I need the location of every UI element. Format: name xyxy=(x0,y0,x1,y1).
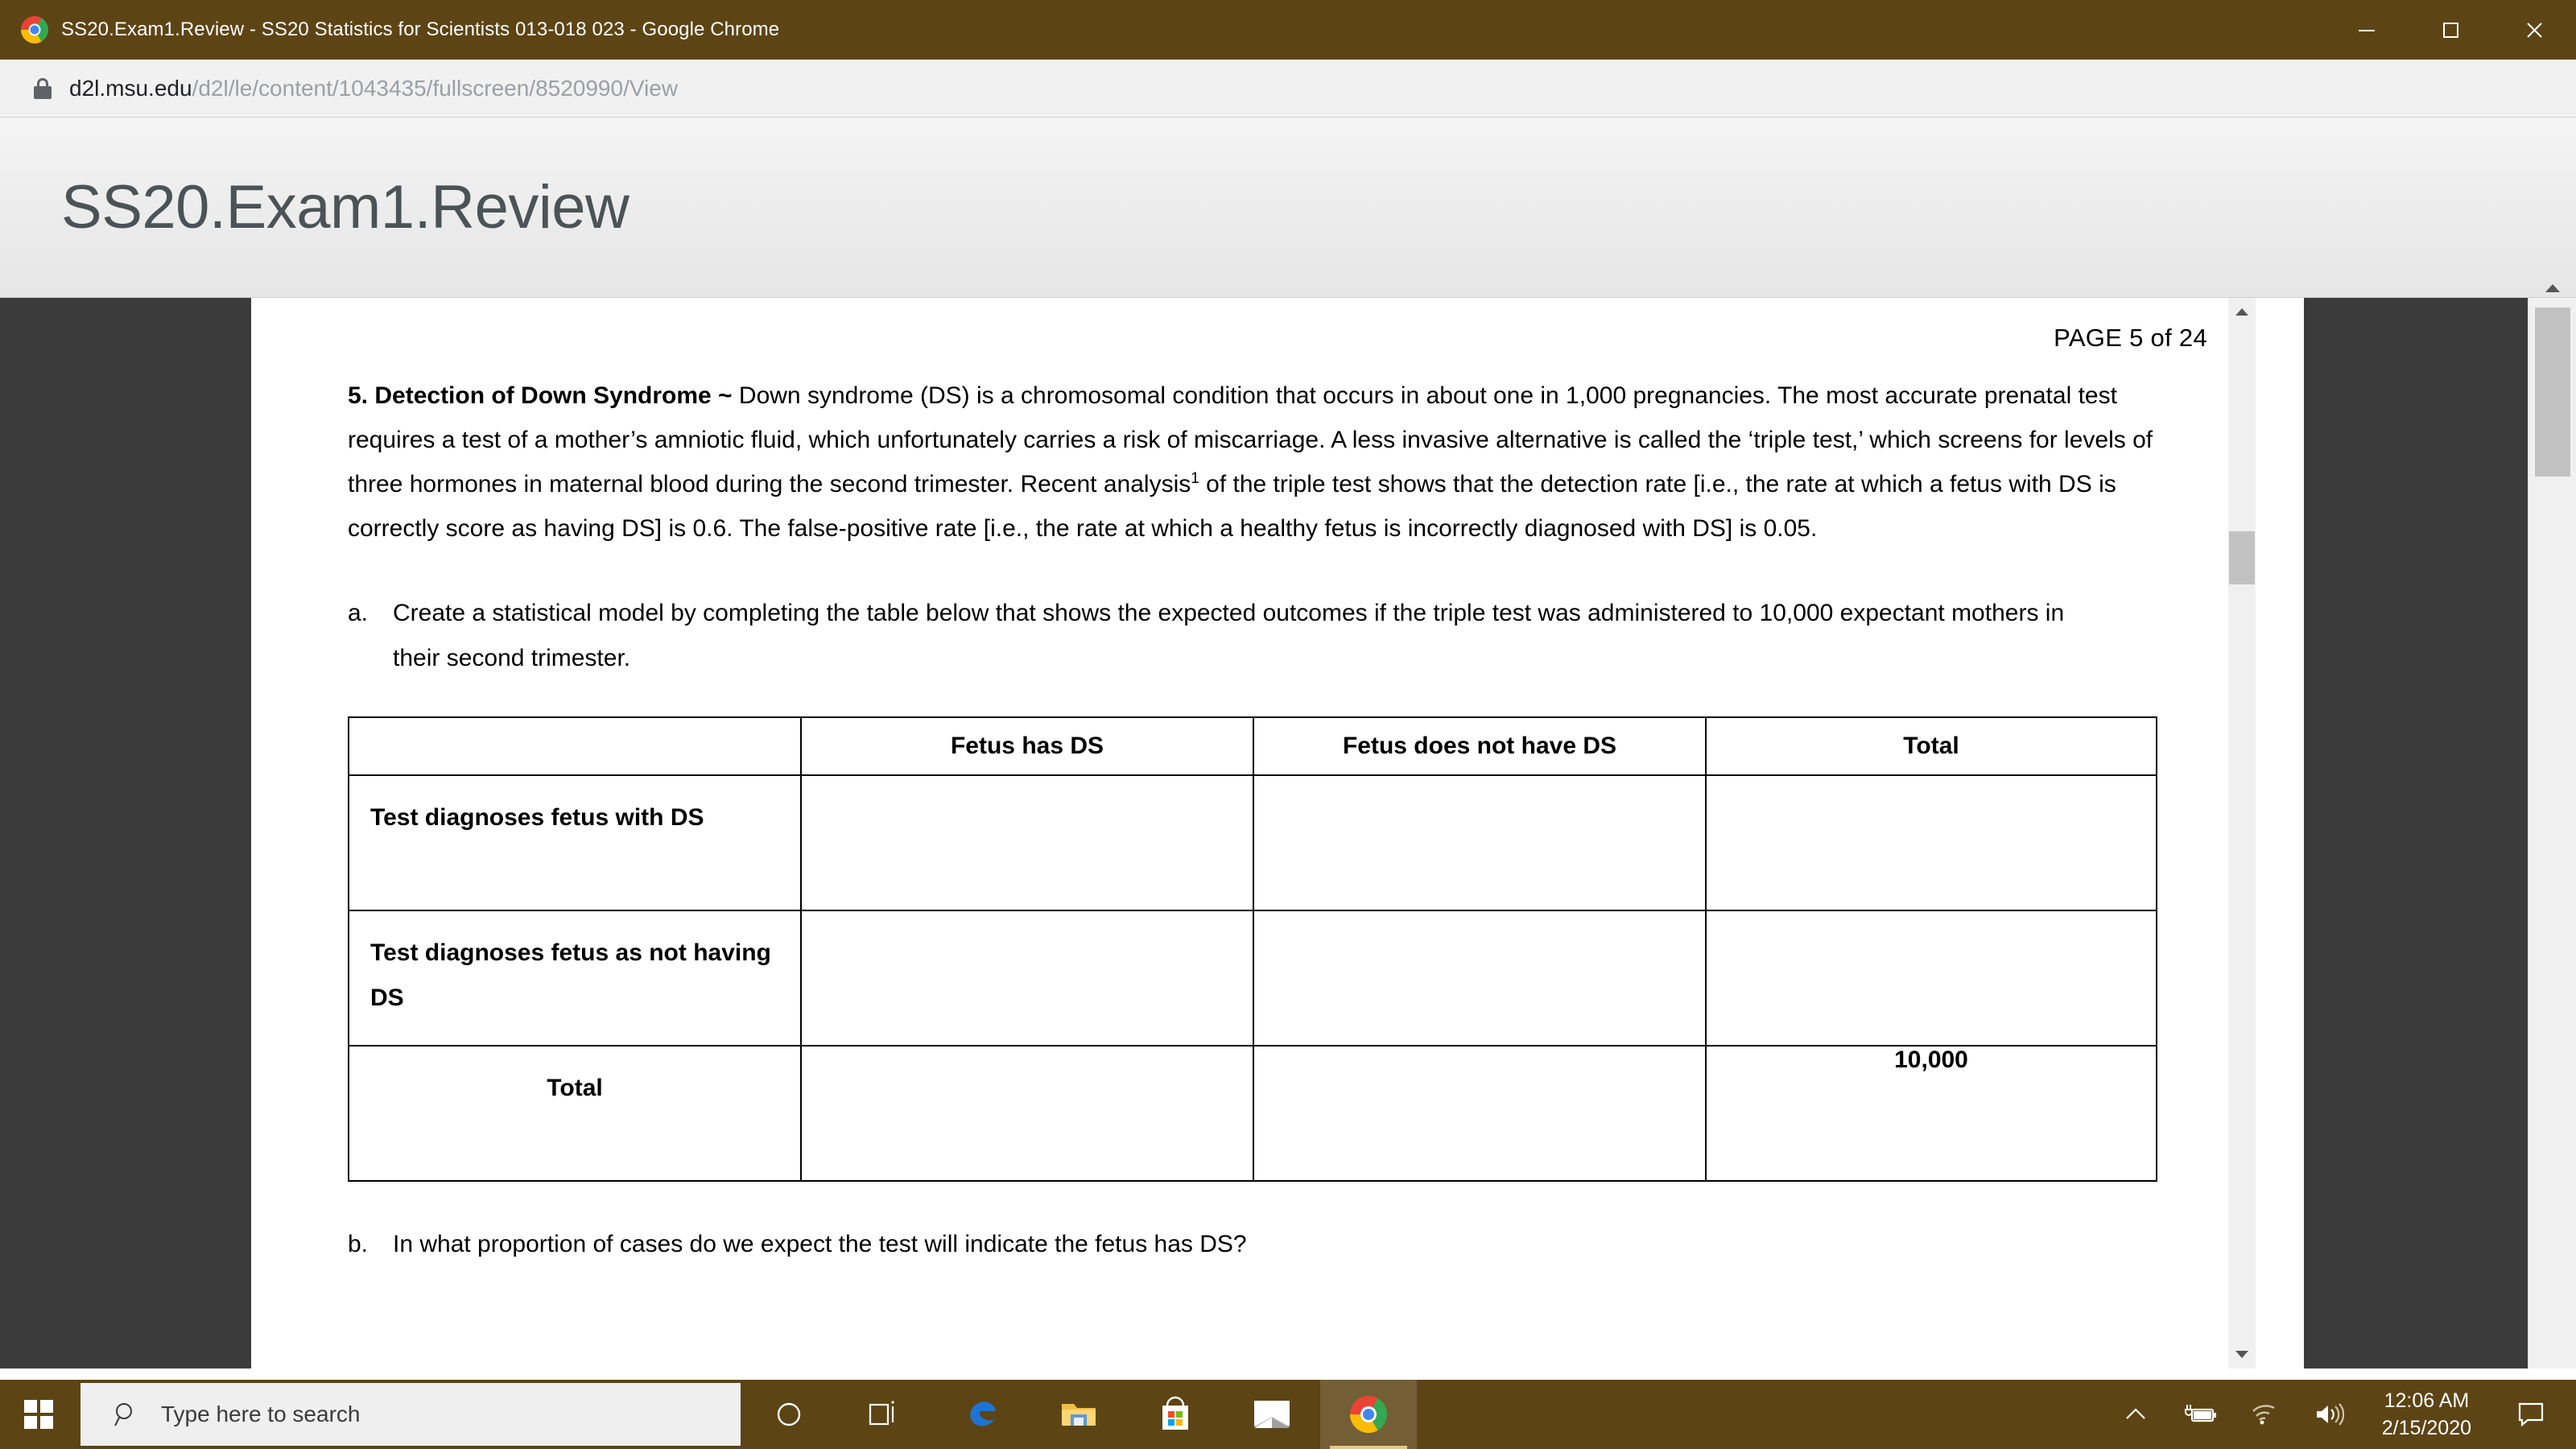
cell-r2c2[interactable] xyxy=(1253,1045,1707,1182)
item-b-marker: b. xyxy=(348,1231,369,1257)
window-titlebar: SS20.Exam1.Review - SS20 Statistics for … xyxy=(0,0,2576,60)
table-row: Total 10,000 xyxy=(348,1045,2157,1182)
cell-total-grand[interactable]: 10,000 xyxy=(1705,1045,2157,1182)
table-header-fetus-has-ds: Fetus has DS xyxy=(800,716,1254,776)
battery-icon[interactable] xyxy=(2168,1380,2232,1449)
document-viewer: PAGE 5 of 24 5. Detection of Down Syndro… xyxy=(0,298,2576,1368)
close-button[interactable] xyxy=(2492,0,2576,60)
item-a-text: Create a statistical model by completing… xyxy=(393,600,2065,671)
chrome-icon[interactable] xyxy=(1320,1380,1417,1449)
url-host: d2l.msu.edu xyxy=(69,75,192,101)
row-label-total: Total xyxy=(348,1045,802,1182)
cortana-icon[interactable] xyxy=(741,1380,837,1449)
table-row: Test diagnoses fetus with DS xyxy=(348,774,2157,911)
question-paragraph: 5. Detection of Down Syndrome ~ Down syn… xyxy=(348,374,2207,551)
page-indicator: PAGE 5 of 24 xyxy=(2054,324,2207,352)
page-scrollbar-thumb[interactable] xyxy=(2535,308,2570,477)
question-item-a: a. Create a statistical model by complet… xyxy=(348,591,2207,681)
page-scrollbar[interactable] xyxy=(2528,283,2576,1368)
cell-r1c2[interactable] xyxy=(1253,910,1707,1046)
taskbar-clock[interactable]: 12:06 AM 2/15/2020 xyxy=(2361,1387,2492,1442)
wifi-icon[interactable] xyxy=(2232,1380,2297,1449)
footnote-marker: 1 xyxy=(1191,470,1199,487)
task-view-icon[interactable] xyxy=(837,1380,934,1449)
table-row: Test diagnoses fetus as not having DS xyxy=(348,910,2157,1046)
cell-r0c1[interactable] xyxy=(800,774,1254,911)
search-input[interactable]: Type here to search xyxy=(80,1383,741,1446)
inner-scrollbar-thumb[interactable] xyxy=(2229,531,2255,584)
cell-r1c3[interactable] xyxy=(1705,910,2157,1046)
minimize-button[interactable] xyxy=(2325,0,2409,60)
window-controls xyxy=(2325,0,2576,60)
cell-r0c2[interactable] xyxy=(1253,774,1707,911)
start-button[interactable] xyxy=(0,1380,77,1449)
titlebar-left: SS20.Exam1.Review - SS20 Statistics for … xyxy=(0,0,779,60)
table-header-total: Total xyxy=(1705,716,2157,776)
search-icon xyxy=(113,1401,140,1428)
mail-icon[interactable] xyxy=(1224,1380,1320,1449)
search-placeholder: Type here to search xyxy=(161,1402,361,1426)
clock-date: 2/15/2020 xyxy=(2381,1417,2471,1439)
url-text: d2l.msu.edu/d2l/le/content/1043435/fulls… xyxy=(69,76,678,101)
question-item-b: b. In what proportion of cases do we exp… xyxy=(348,1222,2207,1267)
item-b-text: In what proportion of cases do we expect… xyxy=(393,1231,1247,1257)
row-label-diagnoses-with-ds: Test diagnoses fetus with DS xyxy=(348,774,802,911)
item-a-marker: a. xyxy=(348,600,369,626)
page-scroll-up-icon[interactable] xyxy=(2529,277,2576,298)
chrome-logo-icon xyxy=(1350,1396,1387,1433)
cell-r1c1[interactable] xyxy=(800,910,1254,1046)
volume-icon[interactable] xyxy=(2297,1380,2361,1449)
inner-scrollbar[interactable] xyxy=(2228,298,2256,1368)
show-hidden-icons-icon[interactable] xyxy=(2103,1380,2168,1449)
lock-icon xyxy=(34,77,52,99)
content-header: SS20.Exam1.Review xyxy=(0,118,2576,298)
cell-r0c3[interactable] xyxy=(1705,774,2157,911)
edge-icon[interactable] xyxy=(934,1380,1030,1449)
table-header-corner xyxy=(348,716,802,776)
page-title: SS20.Exam1.Review xyxy=(61,173,630,242)
chrome-icon xyxy=(21,16,48,43)
file-explorer-icon[interactable] xyxy=(1030,1380,1127,1449)
table-header-fetus-no-ds: Fetus does not have DS xyxy=(1253,716,1707,776)
window-title: SS20.Exam1.Review - SS20 Statistics for … xyxy=(61,19,780,40)
system-tray: 12:06 AM 2/15/2020 xyxy=(2103,1380,2576,1449)
scroll-down-icon[interactable] xyxy=(2228,1341,2256,1368)
microsoft-store-icon[interactable] xyxy=(1127,1380,1224,1449)
statistical-model-table: Fetus has DS Fetus does not have DS Tota… xyxy=(348,716,2157,1182)
action-center-icon[interactable] xyxy=(2492,1380,2570,1449)
table-header-row: Fetus has DS Fetus does not have DS Tota… xyxy=(348,716,2157,776)
maximize-button[interactable] xyxy=(2409,0,2492,60)
windows-taskbar: Type here to search 12:06 AM 2/15/2020 xyxy=(0,1380,2576,1449)
clock-time: 12:06 AM xyxy=(2384,1389,2470,1412)
question-lead: 5. Detection of Down Syndrome ~ xyxy=(348,382,733,409)
cell-r2c1[interactable] xyxy=(800,1045,1254,1182)
address-bar[interactable]: d2l.msu.edu/d2l/le/content/1043435/fulls… xyxy=(0,60,2576,118)
url-path: /d2l/le/content/1043435/fullscreen/85209… xyxy=(192,75,679,101)
row-label-diagnoses-not-having-ds: Test diagnoses fetus as not having DS xyxy=(348,910,802,1046)
windows-logo-icon xyxy=(24,1400,53,1429)
document-page: PAGE 5 of 24 5. Detection of Down Syndro… xyxy=(251,298,2304,1368)
scroll-up-icon[interactable] xyxy=(2228,298,2256,325)
